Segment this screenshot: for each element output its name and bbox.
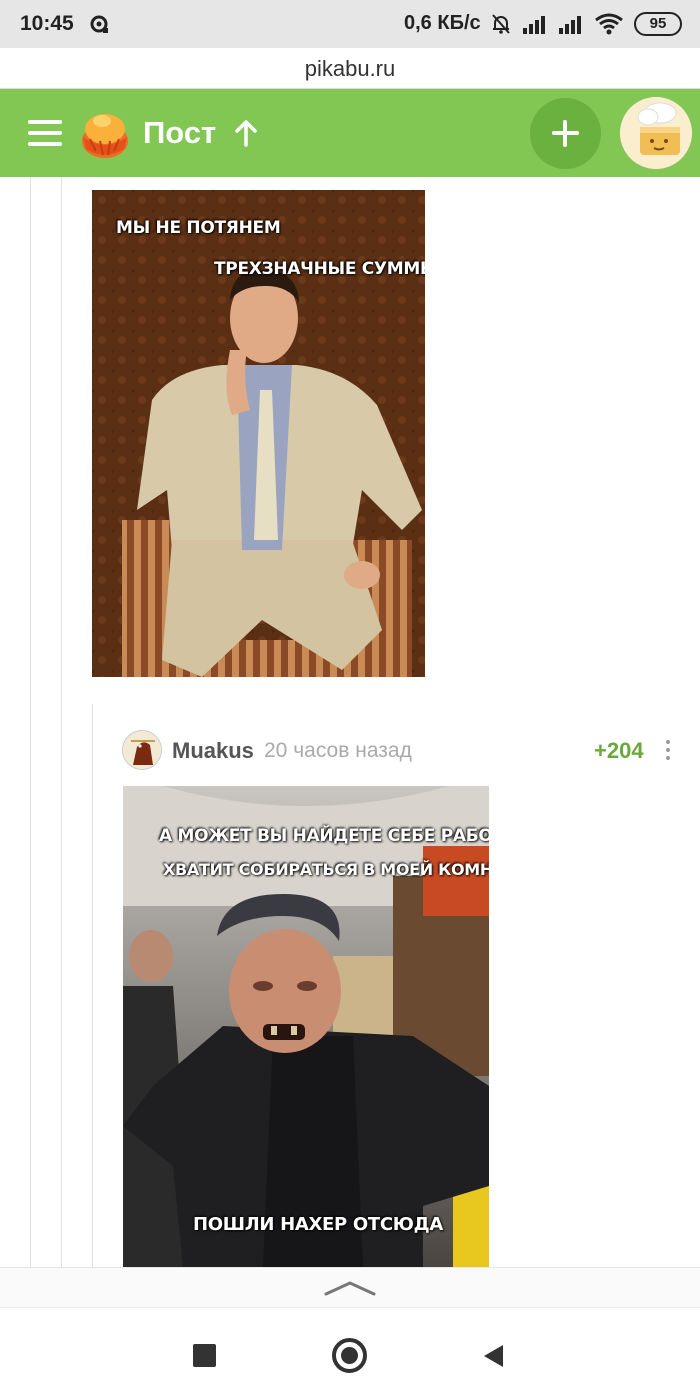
wifi-icon <box>595 13 623 35</box>
back-icon[interactable] <box>481 1343 505 1369</box>
url-text: pikabu.ru <box>304 56 396 81</box>
notification-icon <box>90 15 108 33</box>
comment-author[interactable]: Muakus <box>172 738 254 764</box>
signal-icon <box>559 16 581 34</box>
comment-avatar[interactable] <box>122 730 162 770</box>
status-bar: 10:45 0,6 КБ/с 95 <box>0 0 700 48</box>
collapse-bar[interactable] <box>0 1267 700 1307</box>
chevron-up-icon <box>324 1281 376 1296</box>
meme-caption: ПОШЛИ НАХЕР ОТСЮДА <box>193 1214 443 1235</box>
system-nav-bar <box>0 1307 700 1400</box>
more-options-icon[interactable] <box>664 740 672 762</box>
dnd-muted-icon <box>492 14 510 34</box>
comment-rating: +204 <box>594 738 644 763</box>
post-image[interactable]: МЫ НЕ ПОТЯНЕМ ТРЕХЗНАЧНЫЕ СУММЫ. <box>92 190 425 677</box>
comment-header: Muakus 20 часов назад +204 <box>122 730 682 770</box>
signal-icon <box>523 16 545 34</box>
meme-caption: ХВАТИТ СОБИРАТЬСЯ В МОЕЙ КОМНАТЕ <box>163 860 489 879</box>
meme-caption: А МОЖЕТ ВЫ НАЙДЕТЕ СЕБЕ РАБОТУ <box>159 826 489 846</box>
thread-line[interactable] <box>30 177 31 1267</box>
comment-image[interactable]: А МОЖЕТ ВЫ НАЙДЕТЕ СЕБЕ РАБОТУ ХВАТИТ СО… <box>123 786 489 1267</box>
status-time: 10:45 <box>20 12 74 35</box>
post-content[interactable]: МЫ НЕ ПОТЯНЕМ ТРЕХЗНАЧНЫЕ СУММЫ. Muakus … <box>0 177 700 1267</box>
meme-caption: ТРЕХЗНАЧНЫЕ СУММЫ. <box>214 259 425 279</box>
network-speed: 0,6 КБ/с <box>404 12 481 34</box>
url-bar[interactable]: pikabu.ru <box>0 48 700 89</box>
app-header: Пост <box>0 89 700 177</box>
menu-icon[interactable] <box>28 120 62 146</box>
pikabu-logo-icon[interactable] <box>78 107 132 161</box>
meme-caption: МЫ НЕ ПОТЯНЕМ <box>116 218 281 238</box>
recent-apps-icon[interactable] <box>193 1344 216 1367</box>
home-icon[interactable] <box>332 1338 367 1373</box>
battery-icon: 95 <box>634 12 682 36</box>
meme-photo <box>123 786 489 1267</box>
comment-time: 20 часов назад <box>264 739 412 762</box>
user-avatar[interactable] <box>620 97 692 169</box>
thread-line[interactable] <box>92 704 93 1267</box>
arrow-up-icon[interactable] <box>232 119 260 147</box>
add-post-button[interactable] <box>530 98 601 169</box>
page-title: Пост <box>143 115 217 150</box>
thread-line[interactable] <box>61 177 62 1267</box>
